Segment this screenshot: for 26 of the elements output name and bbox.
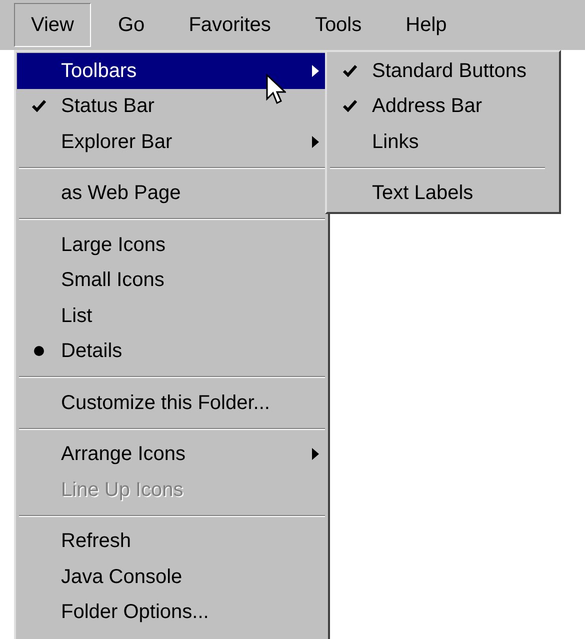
- mouse-pointer-icon: [266, 74, 286, 106]
- menu-item[interactable]: List: [17, 298, 327, 334]
- menu-bar-item[interactable]: Tools: [298, 3, 379, 47]
- menu-bar-item[interactable]: View: [14, 3, 91, 47]
- menu-item[interactable]: Explorer Bar: [17, 124, 327, 160]
- menu-item[interactable]: Toolbars: [17, 53, 327, 88]
- menu-item[interactable]: Links: [328, 124, 547, 160]
- menu-item[interactable]: Status Bar: [17, 88, 327, 124]
- menu-item[interactable]: Address Bar: [328, 88, 547, 124]
- menu-bar-item[interactable]: Go: [101, 3, 162, 47]
- submenu-arrow-icon: [312, 136, 319, 148]
- menu-item[interactable]: Text Labels: [328, 176, 547, 211]
- menu-bar-item[interactable]: Help: [388, 3, 464, 47]
- menu-item[interactable]: Details: [17, 334, 327, 369]
- menu-item[interactable]: Folder Options...: [17, 594, 327, 630]
- menu-bar-item[interactable]: Favorites: [172, 3, 288, 47]
- menu-item[interactable]: Small Icons: [17, 262, 327, 298]
- submenu-arrow-icon: [312, 64, 319, 77]
- menu-item[interactable]: Large Icons: [17, 227, 327, 262]
- menu-item[interactable]: Java Console: [17, 559, 327, 594]
- menu-item[interactable]: as Web Page: [17, 176, 327, 211]
- menu-item[interactable]: Arrange Icons: [17, 436, 327, 472]
- menu-item[interactable]: Refresh: [17, 524, 327, 559]
- menu-item[interactable]: Standard Buttons: [328, 53, 547, 88]
- menu-item[interactable]: Customize this Folder...: [17, 385, 327, 420]
- submenu-arrow-icon: [312, 448, 319, 460]
